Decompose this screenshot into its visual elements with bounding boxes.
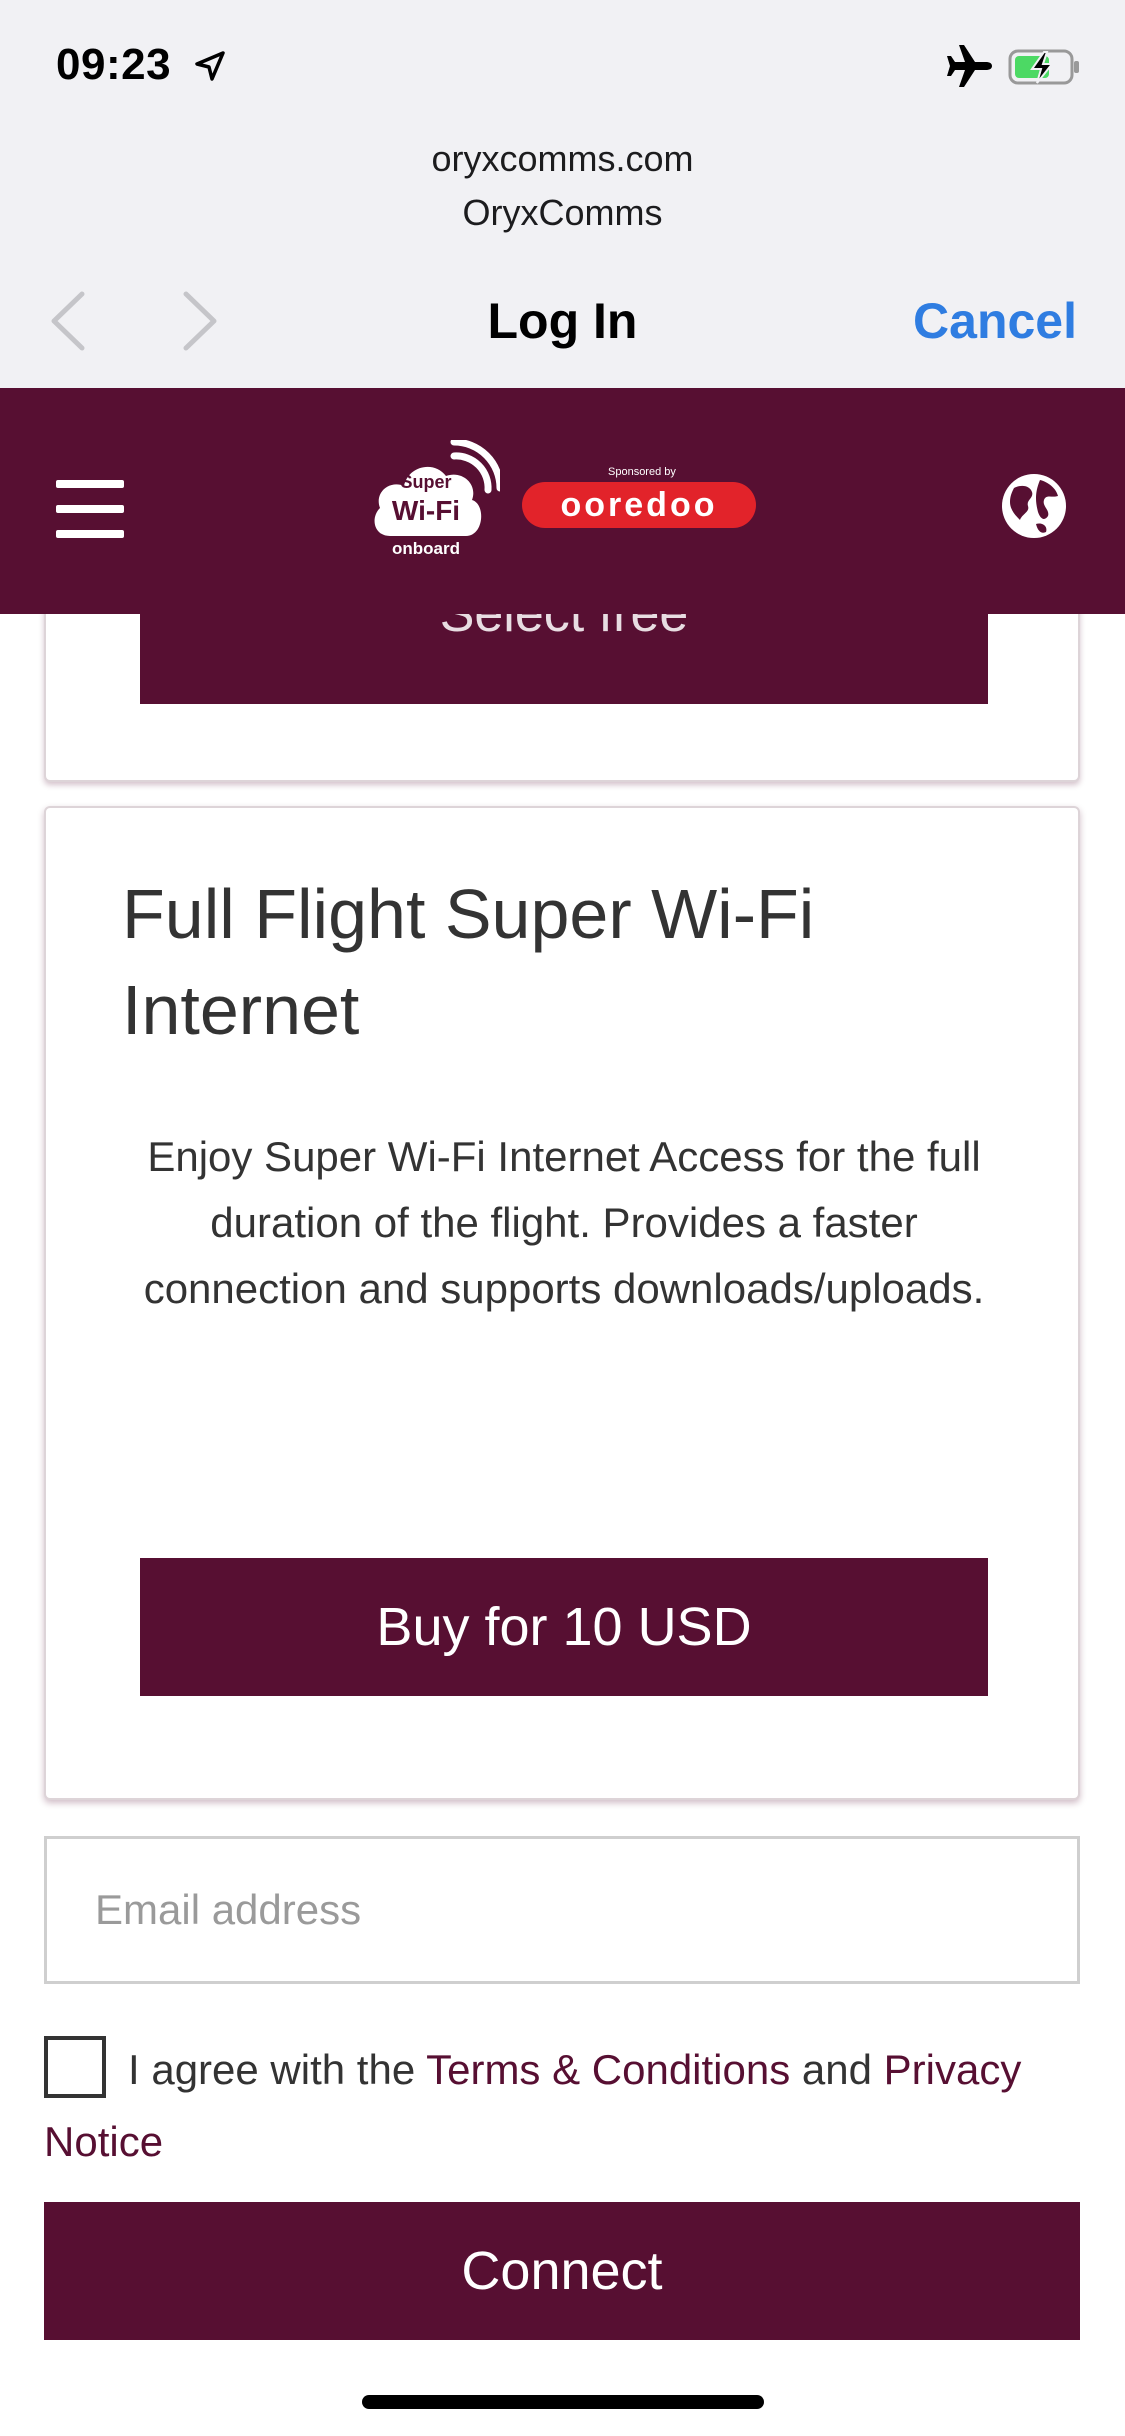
app-header: Super Wi-Fi onboard Sponsored by ooredoo — [0, 388, 1125, 614]
ooredoo-text: ooredoo — [561, 486, 718, 524]
home-indicator[interactable] — [362, 2395, 764, 2409]
plan-description: Enjoy Super Wi-Fi Internet Access for th… — [143, 1133, 985, 1312]
super-wifi-logo: Super Wi-Fi onboard — [374, 440, 500, 558]
battery-charging-icon — [1008, 49, 1079, 85]
status-time: 09:23 — [56, 40, 172, 89]
sponsored-label: Sponsored by — [608, 466, 676, 478]
url-domain: oryxcomms.com — [431, 138, 694, 179]
cancel-button[interactable]: Cancel — [913, 292, 1077, 350]
terms-agreement: I agree with the Terms & Conditions and … — [44, 2034, 1080, 2178]
screen: 09:23 oryxcomms.com OryxComms Log In Can… — [0, 0, 1125, 2436]
plan-title: Full Flight Super Wi-Fi Internet — [122, 875, 815, 1049]
select-free-label: Select free — [439, 614, 689, 643]
agree-prefix: I agree with the — [128, 2046, 416, 2093]
browser-sheet-header: 09:23 oryxcomms.com OryxComms Log In Can… — [0, 0, 1125, 388]
location-arrow-icon — [195, 51, 225, 81]
airplane-icon — [947, 45, 992, 87]
logo-line2: Wi-Fi — [392, 495, 460, 526]
select-free-button[interactable]: Select free — [140, 614, 988, 704]
full-flight-plan-card: Full Flight Super Wi-Fi Internet Enjoy S… — [44, 806, 1080, 1800]
logo-line1: Super — [400, 472, 451, 492]
email-field[interactable] — [44, 1836, 1080, 1984]
connect-button[interactable]: Connect — [44, 2202, 1080, 2340]
ooredoo-logo: ooredoo — [522, 482, 756, 528]
site-name: OryxComms — [462, 192, 663, 233]
globe-icon[interactable] — [1000, 472, 1068, 540]
agree-checkbox[interactable] — [44, 2036, 106, 2098]
hamburger-menu-icon[interactable] — [56, 480, 124, 538]
agree-and: and — [801, 2046, 872, 2093]
buy-button[interactable]: Buy for 10 USD — [140, 1558, 988, 1696]
terms-link[interactable]: Terms & Conditions — [426, 2046, 790, 2093]
logo-line3: onboard — [392, 539, 460, 558]
